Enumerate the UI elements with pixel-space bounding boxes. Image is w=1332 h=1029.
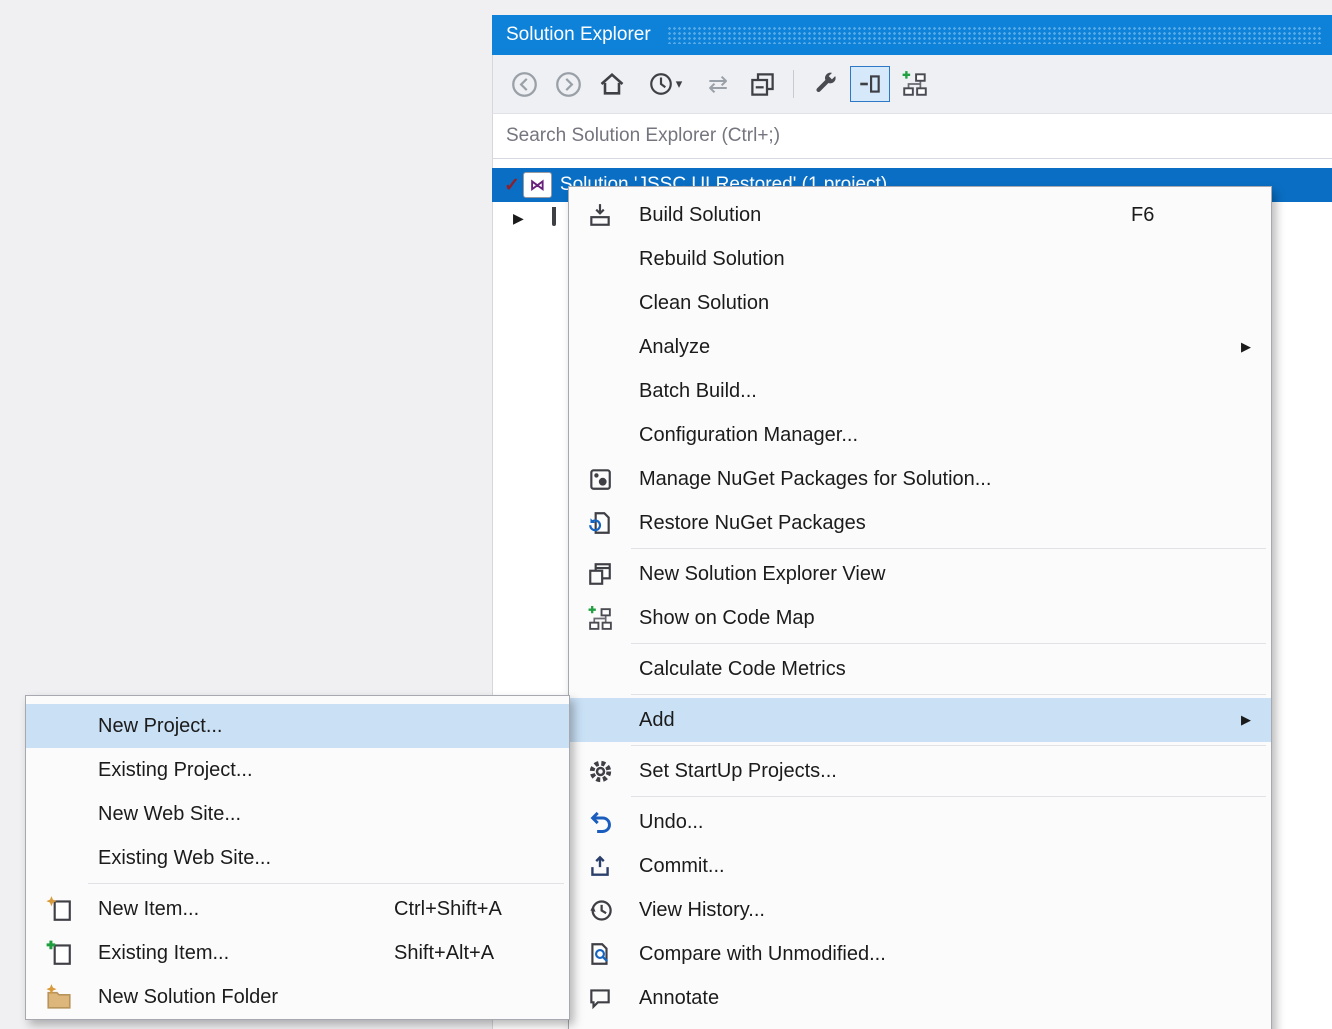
history-icon [584, 894, 616, 926]
pending-changes-filter-icon [648, 71, 674, 97]
menu-item-annotate[interactable]: Annotate [569, 976, 1271, 1020]
menu-item-add[interactable]: Add ▶ [569, 698, 1271, 742]
menu-item-label: Compare with Unmodified... [569, 943, 886, 966]
menu-item-label: New Project... [26, 715, 222, 738]
menu-item-shortcut: F6 [1131, 204, 1154, 227]
forward-button[interactable] [549, 65, 587, 103]
menu-item-configuration-manager[interactable]: Configuration Manager... [569, 413, 1271, 457]
home-button[interactable] [593, 65, 631, 103]
menu-item-label: Analyze [569, 336, 710, 359]
menu-item-set-startup-projects[interactable]: Set StartUp Projects... [569, 749, 1271, 793]
menu-item-label: Calculate Code Metrics [569, 658, 846, 681]
dropdown-arrow-icon: ▾ [676, 76, 683, 92]
panel-title: Solution Explorer [506, 24, 651, 46]
project-node-icon-clipped [552, 207, 567, 232]
menu-item-label: Batch Build... [569, 380, 757, 403]
nuget-package-icon [584, 463, 616, 495]
nuget-restore-icon [584, 507, 616, 539]
menu-item-shortcut: Ctrl+Shift+A [394, 898, 502, 921]
menu-item-label: Configuration Manager... [569, 424, 858, 447]
menu-separator [26, 880, 569, 887]
menu-item-manage-nuget-packages[interactable]: Manage NuGet Packages for Solution... [569, 457, 1271, 501]
forward-icon [555, 71, 582, 98]
menu-item-batch-build[interactable]: Batch Build... [569, 369, 1271, 413]
submenu-arrow-icon: ▶ [1241, 339, 1251, 355]
properties-button[interactable] [806, 65, 844, 103]
menu-item-shortcut: Shift+Alt+A [394, 942, 494, 965]
menu-item-label: New Solution Explorer View [569, 563, 885, 586]
menu-item-label: Existing Project... [26, 759, 253, 782]
existing-item-icon [44, 938, 74, 968]
search-input[interactable] [493, 124, 1332, 148]
menu-item-rebuild-solution[interactable]: Rebuild Solution [569, 237, 1271, 281]
menu-item-view-history[interactable]: View History... [569, 888, 1271, 932]
collapse-all-button[interactable] [743, 65, 781, 103]
back-icon [511, 71, 538, 98]
menu-item-undo[interactable]: Undo... [569, 800, 1271, 844]
build-icon [584, 199, 616, 231]
submenu-item-existing-web-site[interactable]: Existing Web Site... [26, 836, 569, 880]
menu-item-analyze[interactable]: Analyze ▶ [569, 325, 1271, 369]
menu-item-show-on-code-map[interactable]: Show on Code Map [569, 596, 1271, 640]
visual-studio-screen: Solution Explorer ▾ ⇄ [0, 0, 1332, 1029]
menu-separator [569, 691, 1271, 698]
menu-item-restore-nuget-packages[interactable]: Restore NuGet Packages [569, 501, 1271, 545]
menu-item-label: Existing Web Site... [26, 847, 271, 870]
menu-separator [569, 545, 1271, 552]
tree-expander-icon[interactable]: ▶ [513, 210, 524, 227]
sync-with-active-document-button[interactable]: ⇄ [699, 65, 737, 103]
menu-item-label: Clean Solution [569, 292, 769, 315]
menu-item-label: Rebuild Solution [569, 248, 785, 271]
home-icon [598, 70, 626, 98]
menu-item-label: Manage NuGet Packages for Solution... [569, 468, 991, 491]
solution-explorer-titlebar[interactable]: Solution Explorer [492, 15, 1332, 55]
new-solution-folder-icon [44, 982, 74, 1012]
gear-icon [584, 755, 616, 787]
compare-icon [584, 938, 616, 970]
menu-item-commit[interactable]: Commit... [569, 844, 1271, 888]
menu-separator [569, 793, 1271, 800]
submenu-item-new-solution-folder[interactable]: New Solution Folder [26, 975, 569, 1019]
menu-item-new-solution-explorer-view[interactable]: New Solution Explorer View [569, 552, 1271, 596]
submenu-arrow-icon: ▶ [1241, 712, 1251, 728]
menu-separator [569, 640, 1271, 647]
view-code-map-button[interactable] [896, 65, 934, 103]
preview-selected-items-icon [857, 71, 883, 97]
new-view-icon [584, 558, 616, 590]
menu-item-clipped[interactable] [569, 1020, 1271, 1029]
search-box [492, 113, 1332, 159]
properties-wrench-icon [812, 71, 839, 98]
menu-separator [569, 742, 1271, 749]
solution-context-menu: Build Solution F6 Rebuild Solution Clean… [568, 186, 1272, 1029]
menu-item-label: New Web Site... [26, 803, 241, 826]
new-item-icon [44, 894, 74, 924]
submenu-item-existing-item[interactable]: Existing Item... Shift+Alt+A [26, 931, 569, 975]
submenu-item-new-item[interactable]: New Item... Ctrl+Shift+A [26, 887, 569, 931]
source-control-check-icon: ✓ [504, 174, 520, 197]
pending-changes-filter-button[interactable]: ▾ [637, 65, 693, 103]
undo-icon [584, 806, 616, 838]
back-button[interactable] [505, 65, 543, 103]
menu-item-clean-solution[interactable]: Clean Solution [569, 281, 1271, 325]
annotate-icon [584, 982, 616, 1014]
titlebar-drag-texture [667, 26, 1322, 44]
menu-item-label: Add [569, 709, 675, 732]
collapse-all-icon [749, 71, 776, 98]
menu-item-build-solution[interactable]: Build Solution F6 [569, 193, 1271, 237]
commit-icon [584, 850, 616, 882]
menu-item-compare-with-unmodified[interactable]: Compare with Unmodified... [569, 932, 1271, 976]
solution-explorer-toolbar: ▾ ⇄ [492, 55, 1332, 113]
sync-with-active-document-icon: ⇄ [708, 70, 728, 99]
code-map-icon [584, 602, 616, 634]
toolbar-separator [793, 70, 794, 98]
preview-selected-items-toggle[interactable] [850, 66, 890, 102]
add-submenu: New Project... Existing Project... New W… [25, 695, 570, 1020]
view-code-map-icon [901, 70, 929, 98]
submenu-item-new-web-site[interactable]: New Web Site... [26, 792, 569, 836]
submenu-item-existing-project[interactable]: Existing Project... [26, 748, 569, 792]
submenu-item-new-project[interactable]: New Project... [26, 704, 569, 748]
solution-icon: ⋈ [523, 172, 552, 198]
menu-item-calculate-code-metrics[interactable]: Calculate Code Metrics [569, 647, 1271, 691]
